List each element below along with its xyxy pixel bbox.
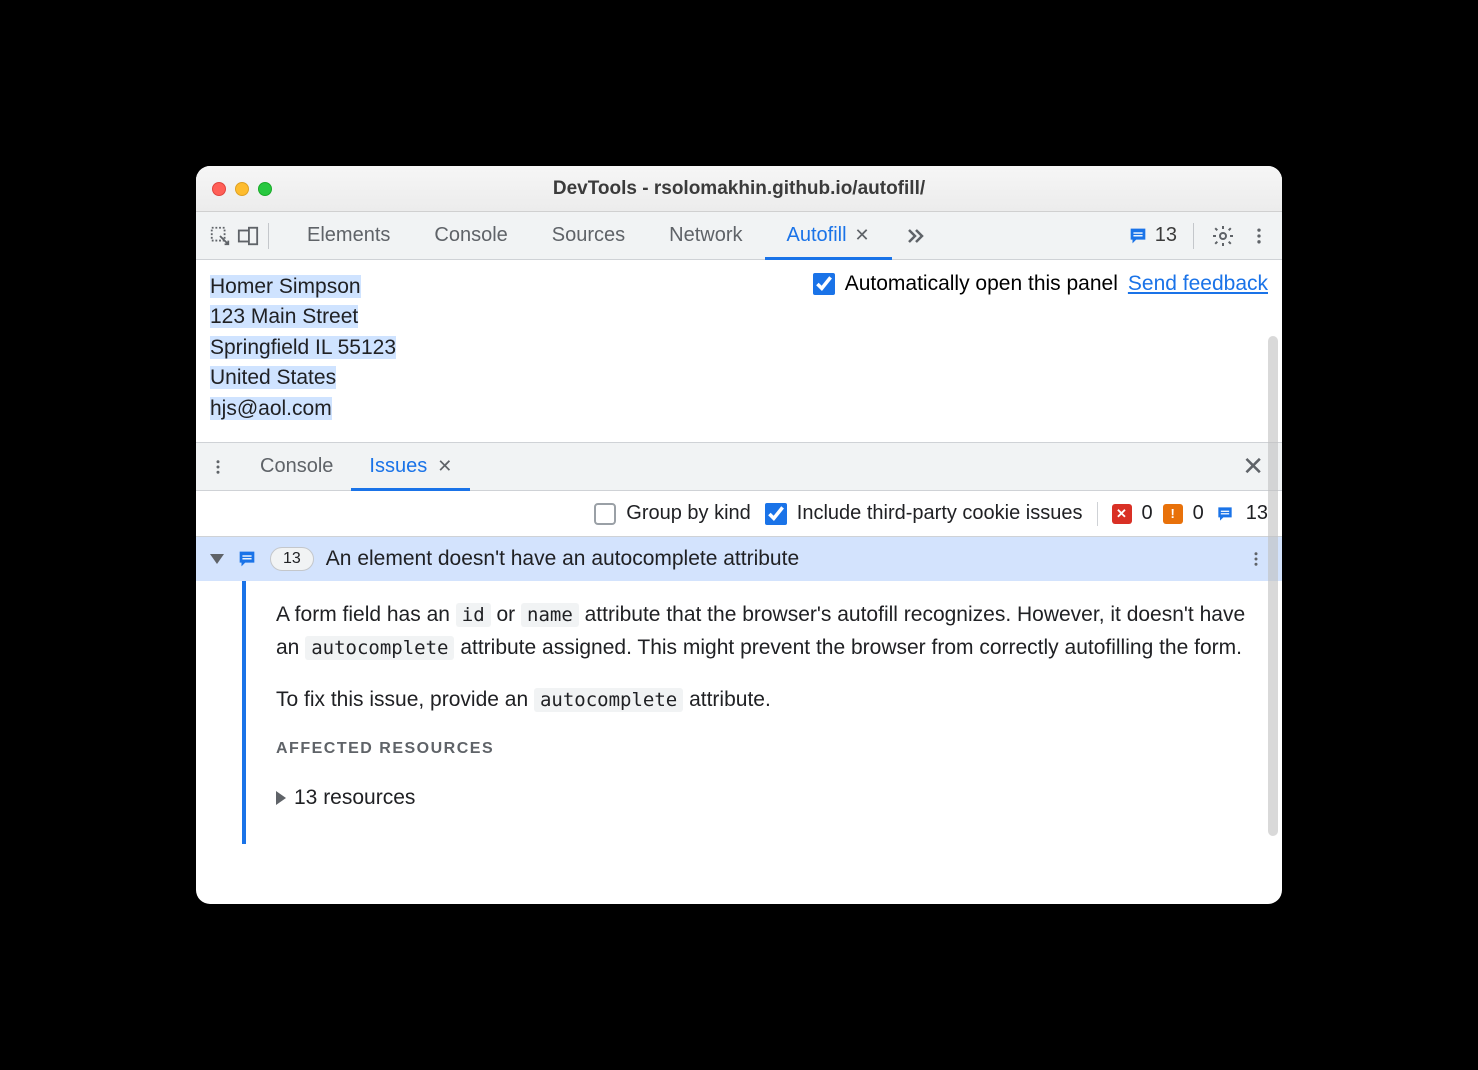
tab-elements[interactable]: Elements bbox=[285, 212, 412, 259]
separator bbox=[1097, 502, 1098, 526]
code-autocomplete: autocomplete bbox=[534, 688, 683, 712]
info-badge-icon bbox=[1214, 503, 1236, 525]
address-country: United States bbox=[210, 366, 336, 389]
more-options-icon[interactable] bbox=[1246, 223, 1272, 249]
group-by-kind-label: Group by kind bbox=[626, 502, 751, 525]
resources-label: 13 resources bbox=[294, 782, 415, 815]
send-feedback-link[interactable]: Send feedback bbox=[1128, 272, 1268, 296]
drawer-close-button[interactable]: ✕ bbox=[1234, 447, 1272, 486]
auto-open-checkbox[interactable] bbox=[813, 273, 835, 295]
tab-label: Console bbox=[434, 224, 507, 247]
scrollbar[interactable] bbox=[1268, 336, 1278, 836]
device-toolbar-icon[interactable] bbox=[234, 222, 262, 250]
address-street: 123 Main Street bbox=[210, 305, 358, 328]
issue-title: An element doesn't have an autocomplete … bbox=[326, 547, 799, 571]
traffic-lights bbox=[212, 182, 272, 196]
issue-header[interactable]: 13 An element doesn't have an autocomple… bbox=[196, 537, 1282, 581]
resources-toggle[interactable]: 13 resources bbox=[276, 782, 1258, 815]
issues-counter[interactable]: 13 bbox=[1127, 224, 1177, 247]
tab-label: Elements bbox=[307, 224, 390, 247]
tab-console[interactable]: Console bbox=[412, 212, 529, 259]
toolbar-right: 13 bbox=[1127, 223, 1272, 249]
issue-counts: ✕ 0 ! 0 13 bbox=[1112, 502, 1269, 525]
info-count: 13 bbox=[1246, 502, 1268, 525]
toolbar-separator bbox=[1193, 223, 1194, 249]
close-window-button[interactable] bbox=[212, 182, 226, 196]
issue-body: A form field has an id or name attribute… bbox=[242, 581, 1282, 844]
issue-description-2: To fix this issue, provide an autocomple… bbox=[276, 684, 1258, 717]
third-party-checkbox[interactable] bbox=[765, 503, 787, 525]
devtools-window: DevTools - rsolomakhin.github.io/autofil… bbox=[196, 166, 1282, 904]
expand-icon[interactable] bbox=[210, 554, 224, 564]
tab-network[interactable]: Network bbox=[647, 212, 764, 259]
tab-autofill[interactable]: Autofill ✕ bbox=[765, 212, 892, 259]
main-tabs: Elements Console Sources Network Autofil… bbox=[285, 212, 936, 259]
affected-resources-heading: AFFECTED RESOURCES bbox=[276, 737, 1258, 762]
issue-count-badge: 13 bbox=[270, 547, 314, 571]
warning-count: 0 bbox=[1193, 502, 1204, 525]
toolbar-separator bbox=[268, 223, 269, 249]
group-by-kind-checkbox[interactable] bbox=[594, 503, 616, 525]
code-name: name bbox=[521, 603, 579, 627]
auto-open-label: Automatically open this panel bbox=[845, 272, 1118, 296]
tab-label: Console bbox=[260, 455, 333, 478]
error-count: 0 bbox=[1142, 502, 1153, 525]
code-id: id bbox=[456, 603, 491, 627]
address-name: Homer Simpson bbox=[210, 275, 361, 298]
zoom-window-button[interactable] bbox=[258, 182, 272, 196]
window-title: DevTools - rsolomakhin.github.io/autofil… bbox=[196, 178, 1282, 200]
message-icon bbox=[1127, 225, 1149, 247]
address-city: Springfield IL 55123 bbox=[210, 336, 396, 359]
tab-label: Network bbox=[669, 224, 742, 247]
titlebar: DevTools - rsolomakhin.github.io/autofil… bbox=[196, 166, 1282, 212]
drawer-tab-issues[interactable]: Issues ✕ bbox=[351, 443, 470, 490]
issues-filter-bar: Group by kind Include third-party cookie… bbox=[196, 491, 1282, 537]
drawer-menu-icon[interactable] bbox=[206, 455, 230, 479]
tab-sources[interactable]: Sources bbox=[530, 212, 647, 259]
issue-menu-icon[interactable] bbox=[1244, 547, 1268, 571]
warning-badge-icon: ! bbox=[1163, 504, 1183, 524]
close-icon[interactable]: ✕ bbox=[437, 456, 452, 477]
autofill-address: Homer Simpson 123 Main Street Springfiel… bbox=[210, 272, 396, 424]
more-tabs-button[interactable] bbox=[892, 212, 936, 259]
settings-icon[interactable] bbox=[1210, 223, 1236, 249]
drawer-tab-console[interactable]: Console bbox=[242, 443, 351, 490]
tab-label: Autofill bbox=[787, 224, 847, 247]
close-icon[interactable]: ✕ bbox=[855, 225, 870, 246]
message-icon bbox=[236, 548, 258, 570]
address-email: hjs@aol.com bbox=[210, 397, 332, 420]
expand-right-icon[interactable] bbox=[276, 791, 286, 805]
inspect-element-icon[interactable] bbox=[206, 222, 234, 250]
drawer-tabs: Console Issues ✕ ✕ bbox=[196, 443, 1282, 491]
code-autocomplete: autocomplete bbox=[305, 636, 454, 660]
tab-label: Sources bbox=[552, 224, 625, 247]
main-toolbar: Elements Console Sources Network Autofil… bbox=[196, 212, 1282, 260]
tab-label: Issues bbox=[369, 455, 427, 478]
issue-count: 13 bbox=[1155, 224, 1177, 247]
third-party-label: Include third-party cookie issues bbox=[797, 502, 1083, 525]
issue-description-1: A form field has an id or name attribute… bbox=[276, 599, 1258, 664]
error-badge-icon: ✕ bbox=[1112, 504, 1132, 524]
minimize-window-button[interactable] bbox=[235, 182, 249, 196]
autofill-panel: Homer Simpson 123 Main Street Springfiel… bbox=[196, 260, 1282, 443]
panel-controls: Automatically open this panel Send feedb… bbox=[813, 272, 1268, 296]
